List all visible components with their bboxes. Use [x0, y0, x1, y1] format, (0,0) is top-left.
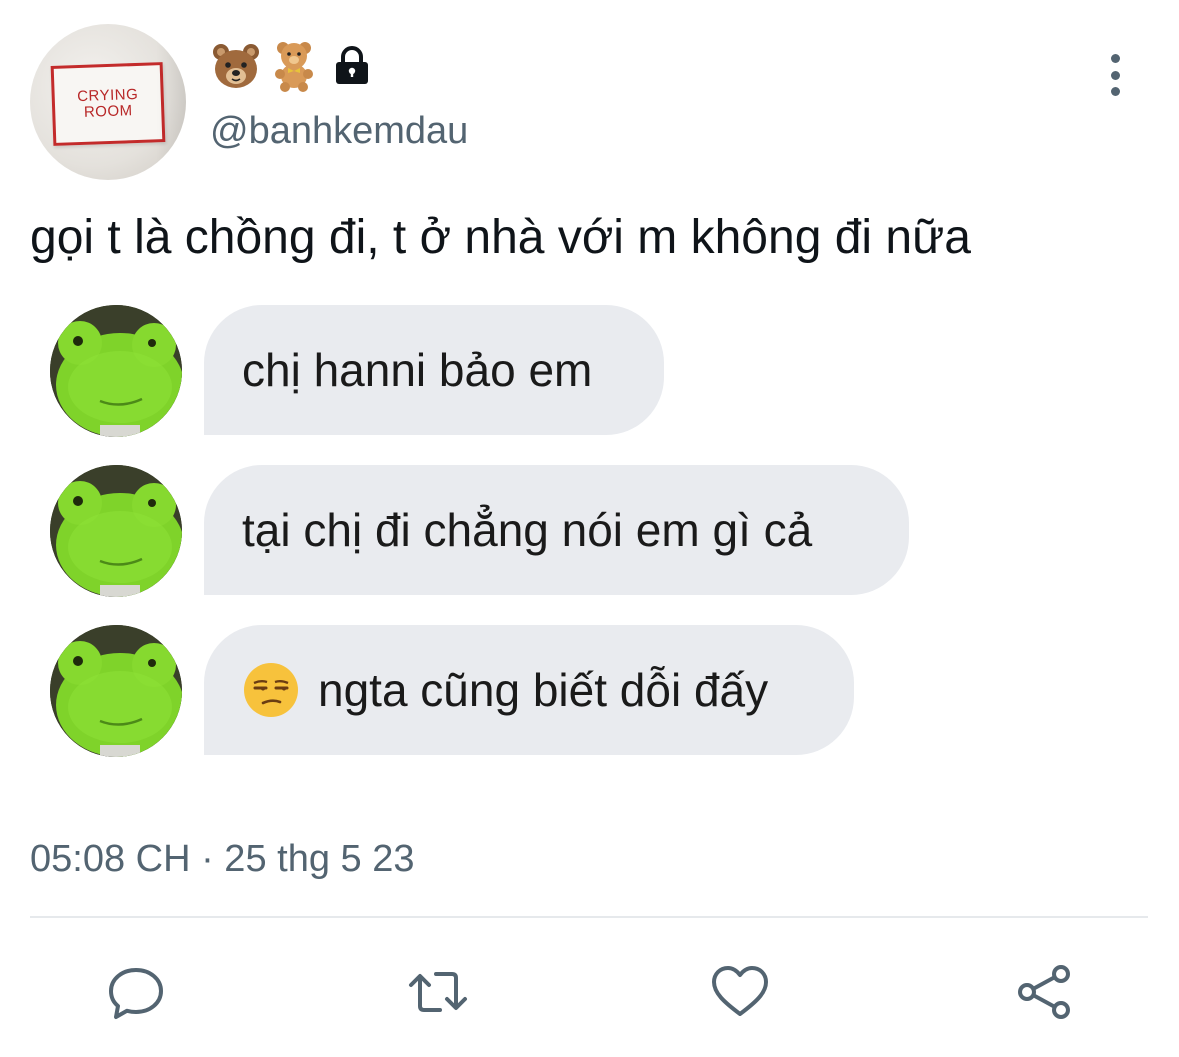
- message-bubble: ngta cũng biết dỗi đấy: [204, 625, 854, 755]
- tweet-text: gọi t là chồng đi, t ở nhà với m không đ…: [30, 211, 971, 264]
- reply-icon: [109, 968, 163, 1019]
- chat-message-row: ngta cũng biết dỗi đấy: [50, 625, 860, 757]
- display-name[interactable]: [210, 40, 374, 92]
- tweet-timestamp[interactable]: 05:08 CH · 25 thg 5 23: [30, 838, 414, 881]
- chat-message-row: chị hanni bảo em: [50, 305, 670, 437]
- share-icon: [1018, 965, 1070, 1019]
- reply-button[interactable]: [104, 960, 168, 1024]
- message-text: ngta cũng biết dỗi đấy: [318, 664, 769, 716]
- tweet-detail: CRYING ROOM @banhkemdau gọi t là chồng đ…: [0, 0, 1179, 1057]
- retweet-button[interactable]: [406, 960, 470, 1024]
- divider: [30, 916, 1148, 918]
- frog-plush-icon: [50, 625, 182, 757]
- more-dot: [1110, 70, 1120, 80]
- message-text: tại chị đi chẳng nói em gì cả: [242, 504, 813, 556]
- unamused-face-emoji: [244, 663, 298, 717]
- message-text: chị hanni bảo em: [242, 344, 593, 396]
- user-handle[interactable]: @banhkemdau: [210, 110, 468, 153]
- chat-message-row: tại chị đi chẳng nói em gì cả: [50, 465, 910, 597]
- more-dot: [1110, 54, 1120, 63]
- frog-avatar: [50, 465, 182, 597]
- lock-icon: [336, 46, 368, 84]
- message-bubble: chị hanni bảo em: [204, 305, 664, 435]
- frog-avatar: [50, 305, 182, 437]
- frog-avatar: [50, 625, 182, 757]
- heart-icon: [712, 966, 768, 1016]
- crying-room-sign: CRYING ROOM: [50, 62, 166, 146]
- share-button[interactable]: [1012, 960, 1076, 1024]
- teddy-bear-emoji: [275, 42, 313, 92]
- like-button[interactable]: [708, 960, 772, 1024]
- retweet-icon: [409, 972, 467, 1012]
- sign-line-2: ROOM: [83, 102, 133, 121]
- more-dot: [1110, 87, 1120, 96]
- frog-plush-icon: [50, 465, 182, 597]
- more-options-icon[interactable]: [1100, 54, 1130, 96]
- bear-face-emoji: [213, 44, 259, 88]
- frog-plush-icon: [50, 305, 182, 437]
- message-bubble: tại chị đi chẳng nói em gì cả: [204, 465, 909, 595]
- avatar-shadow: [156, 24, 186, 180]
- profile-avatar[interactable]: CRYING ROOM: [30, 24, 186, 180]
